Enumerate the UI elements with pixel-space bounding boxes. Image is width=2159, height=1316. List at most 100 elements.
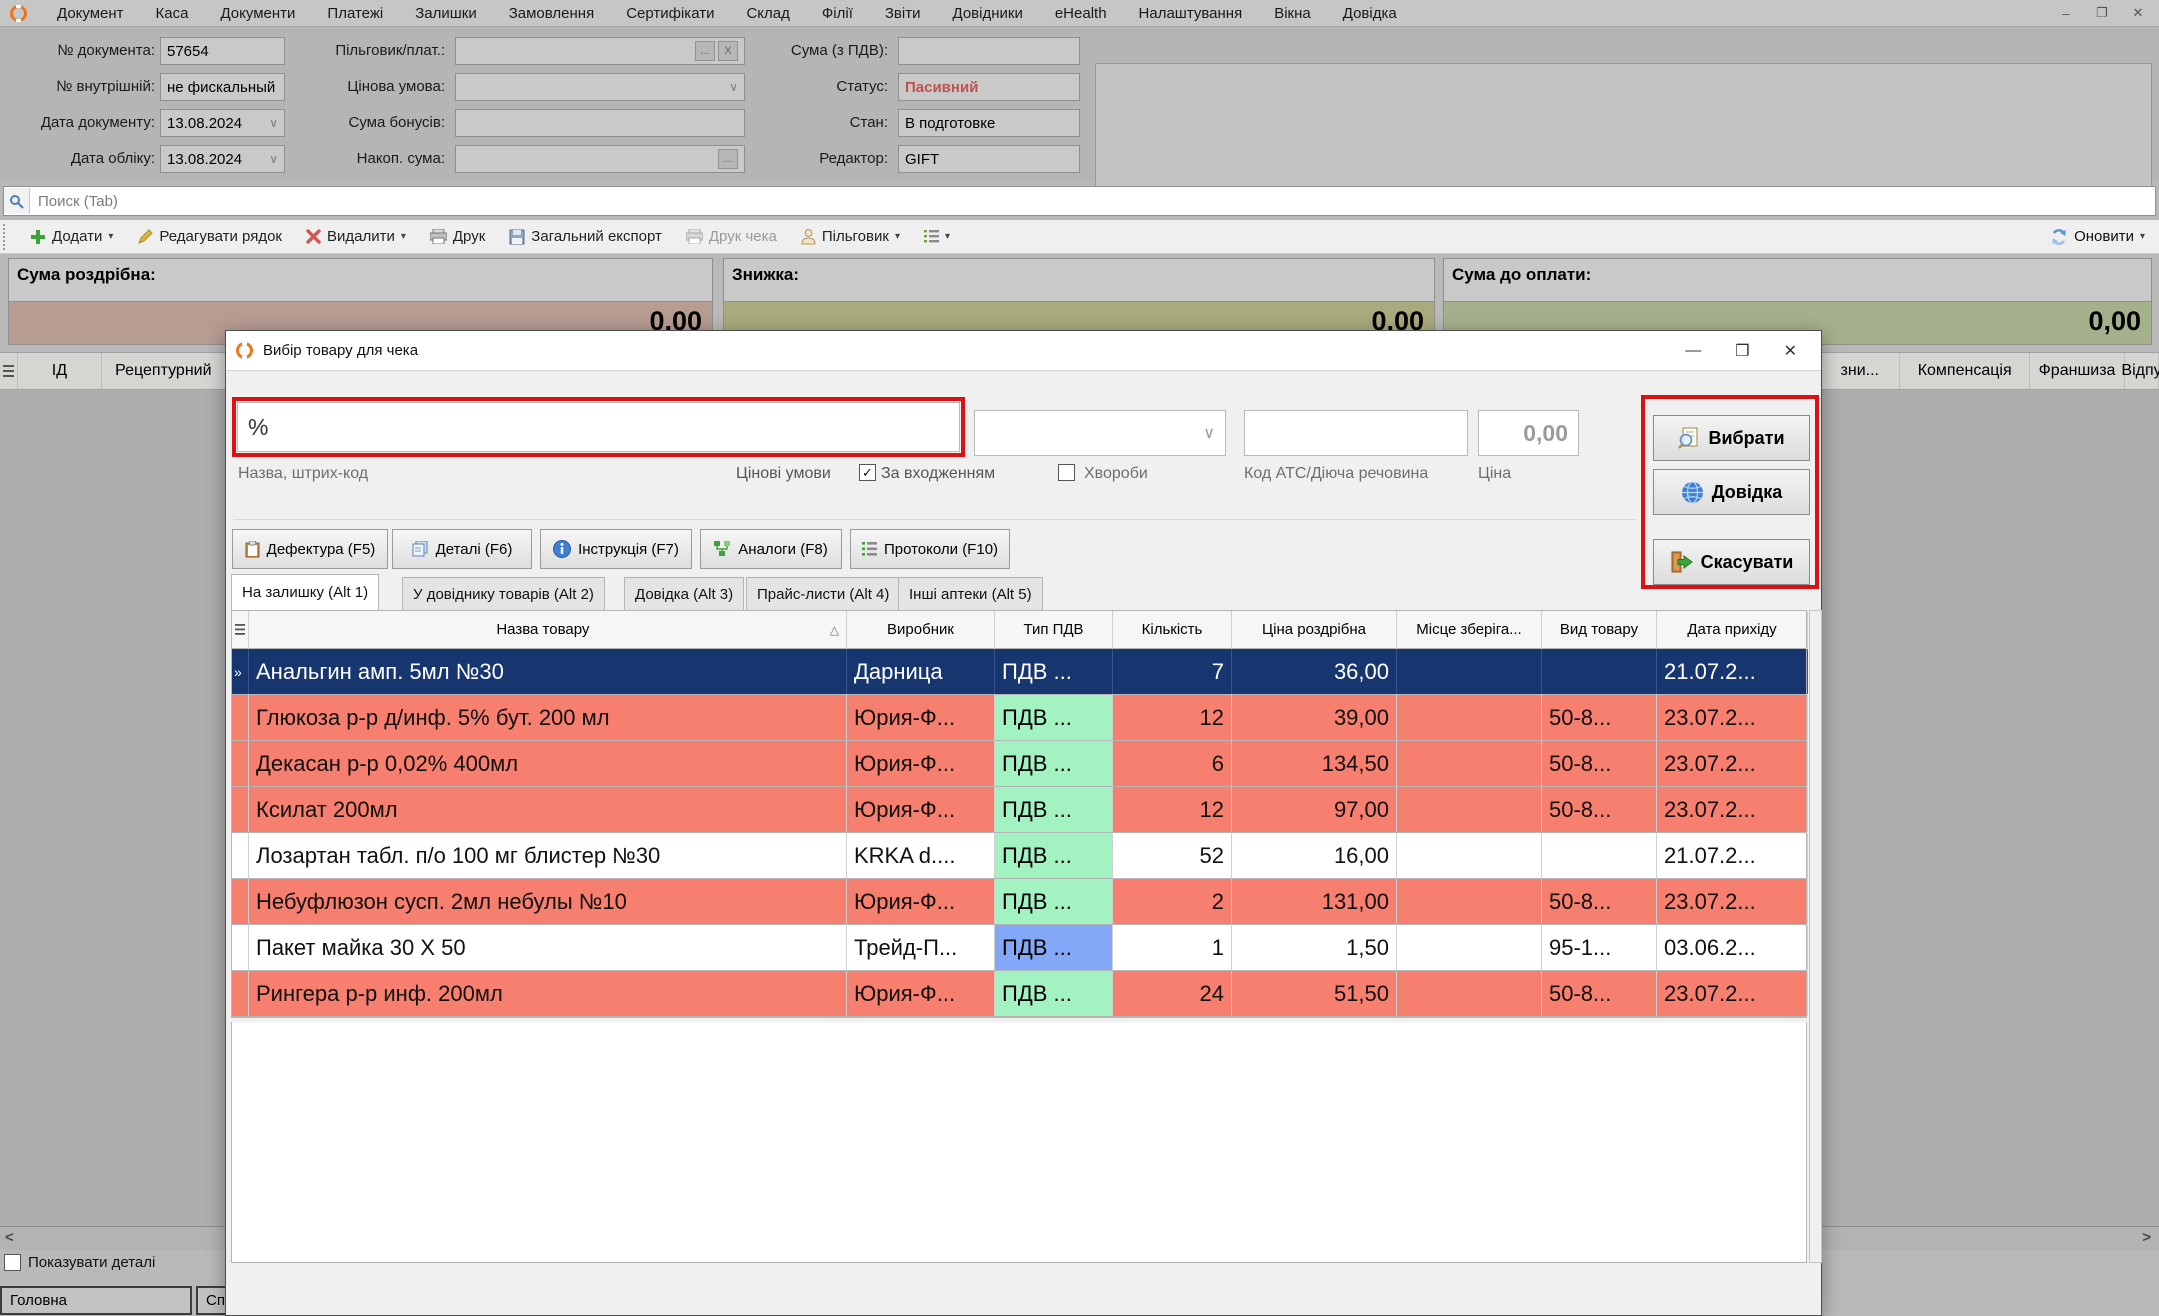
menu-stock[interactable]: Залишки [399,5,493,22]
window-minimize-button[interactable]: – [2055,4,2077,22]
edit-row-button[interactable]: Редагувати рядок [125,228,294,245]
column-compensation[interactable]: Компенсація [1900,353,2030,389]
show-details-toggle[interactable]: Показувати деталі [4,1254,155,1271]
table-row[interactable]: Лозартан табл. п/о 100 мг блистер №30 KR… [232,833,1806,879]
beneficiary-lookup-button[interactable]: ... [695,41,715,61]
print-button[interactable]: Друк [418,228,497,245]
beneficiary-button[interactable]: Пільговик▾ [789,228,912,245]
details-button[interactable]: Деталі (F6) [392,529,532,569]
tab-price-lists[interactable]: Прайс-листи (Alt 4) [746,577,900,610]
bonus-sum-field[interactable] [455,109,745,137]
accum-sum-lookup-button[interactable]: ... [718,149,738,169]
column-discount[interactable]: зни... [1820,353,1900,389]
column-franchise[interactable]: Франшиза [2030,353,2125,389]
column-recipe[interactable]: Рецептурний [102,353,226,389]
table-row[interactable]: Глюкоза р-р д/инф. 5% бут. 200 мл Юрия-Ф… [232,695,1806,741]
diseases-select[interactable]: ∨ [974,410,1226,456]
row-selector-icon [0,353,18,389]
price-condition-select[interactable]: ∨ [455,73,745,101]
protocols-list-icon [862,542,877,556]
refresh-button[interactable]: Оновити▾ [2050,228,2159,246]
protocols-button[interactable]: Протоколи (F10) [850,529,1010,569]
dialog-maximize-button[interactable]: ❒ [1735,341,1749,361]
menu-documents[interactable]: Документи [204,5,311,22]
table-row[interactable]: Рингера р-р инф. 200мл Юрия-Ф... ПДВ ...… [232,971,1806,1017]
menu-kasa[interactable]: Каса [140,5,205,22]
add-button[interactable]: Додати▾ [18,228,125,245]
defektura-button[interactable]: Дефектура (F5) [232,529,388,569]
show-details-checkbox[interactable] [4,1254,21,1271]
menu-certificates[interactable]: Сертифікати [610,5,730,22]
select-button[interactable]: Вибрати [1653,415,1810,461]
atc-code-label: Код АТС/Діюча речовина [1244,465,1428,483]
tab-other-pharmacies[interactable]: Інші аптеки (Alt 5) [898,577,1043,610]
total-to-pay-label: Сума до оплати: [1443,258,2152,302]
scroll-right-icon[interactable]: > [2142,1229,2151,1246]
table-row[interactable]: Ксилат 200мл Юрия-Ф... ПДВ ... 12 97,00 … [232,787,1806,833]
chevron-down-icon[interactable]: ∨ [729,80,738,94]
analogs-button[interactable]: Аналоги (F8) [700,529,842,569]
menu-help[interactable]: Довідка [1327,5,1413,22]
account-date-field[interactable]: 13.08.2024∨ [160,145,285,173]
export-button[interactable]: Загальний експорт [497,228,674,245]
menu-warehouse[interactable]: Склад [730,5,805,22]
beneficiary-field[interactable]: ... X [455,37,745,65]
table-row[interactable]: Пакет майка 30 X 50 Трейд-П... ПДВ ... 1… [232,925,1806,971]
vertical-scrollbar[interactable] [1809,610,1822,1263]
price-input[interactable]: 0,00 [1478,410,1579,456]
menu-windows[interactable]: Вікна [1258,5,1327,22]
scroll-left-icon[interactable]: < [5,1229,14,1246]
dialog-close-button[interactable]: ✕ [1784,341,1797,361]
menu-settings[interactable]: Налаштування [1123,5,1259,22]
print-receipt-button[interactable]: Друк чека [674,228,789,245]
col-retail-price[interactable]: Ціна роздрібна [1232,611,1397,648]
toolbar-grip[interactable] [3,224,10,250]
view-options-button[interactable]: ▾ [912,230,962,243]
dialog-titlebar[interactable]: Вибір товару для чека — ❒ ✕ [226,331,1821,371]
window-close-button[interactable]: ✕ [2127,4,2149,22]
table-row[interactable]: Декасан р-р 0,02% 400мл Юрия-Ф... ПДВ ..… [232,741,1806,787]
col-storage[interactable]: Місце зберіга... [1397,611,1542,648]
menu-branches[interactable]: Філії [806,5,869,22]
column-id[interactable]: ІД [18,353,102,389]
window-restore-button[interactable]: ❐ [2091,4,2113,22]
document-search-bar[interactable]: Поиск (Tab) [3,186,2156,216]
dialog-minimize-button[interactable]: — [1685,342,1701,360]
col-producer[interactable]: Виробник [847,611,995,648]
col-name[interactable]: Назва товару△ [249,611,847,648]
table-row[interactable]: » Анальгин амп. 5мл №30 Дарница ПДВ ... … [232,649,1806,695]
column-dispense[interactable]: Відпу [2125,353,2159,389]
beneficiary-clear-button[interactable]: X [718,41,738,61]
product-search-input[interactable]: % [237,402,960,452]
chevron-down-icon[interactable]: ∨ [269,116,278,130]
table-row[interactable]: Небуфлюзон сусп. 2мл небулы №10 Юрия-Ф..… [232,879,1806,925]
by-occurrence-checkbox[interactable]: ✓ [859,464,876,481]
menu-payments[interactable]: Платежі [311,5,399,22]
col-vat-type[interactable]: Тип ПДВ [995,611,1113,648]
tab-main[interactable]: Головна [0,1286,192,1315]
instruction-button[interactable]: Інструкція (F7) [540,529,692,569]
atc-code-input[interactable] [1244,410,1468,456]
col-quantity[interactable]: Кількість [1113,611,1232,648]
doc-number-field[interactable]: 57654 [160,37,285,65]
tab-on-stock[interactable]: На залишку (Alt 1) [231,574,379,610]
accum-sum-field[interactable]: ... [455,145,745,173]
chevron-down-icon[interactable]: ∨ [269,152,278,166]
menu-document[interactable]: Документ [41,5,140,22]
select-document-icon [1678,427,1700,449]
delete-button[interactable]: Видалити▾ [294,228,418,245]
internal-number-field[interactable]: не фискальный [160,73,285,101]
cancel-button[interactable]: Скасувати [1653,539,1810,585]
sum-vat-field[interactable] [898,37,1080,65]
col-kind[interactable]: Вид товару [1542,611,1657,648]
col-arrival-date[interactable]: Дата прихіду [1657,611,1808,648]
menu-directories[interactable]: Довідники [937,5,1039,22]
doc-date-field[interactable]: 13.08.2024∨ [160,109,285,137]
diseases-checkbox[interactable] [1058,464,1075,481]
tab-reference[interactable]: Довідка (Alt 3) [624,577,744,610]
tab-goods-directory[interactable]: У довіднику товарів (Alt 2) [402,577,605,610]
help-button[interactable]: Довідка [1653,469,1810,515]
menu-ehealth[interactable]: eHealth [1039,5,1123,22]
menu-reports[interactable]: Звіти [869,5,937,22]
menu-orders[interactable]: Замовлення [493,5,610,22]
